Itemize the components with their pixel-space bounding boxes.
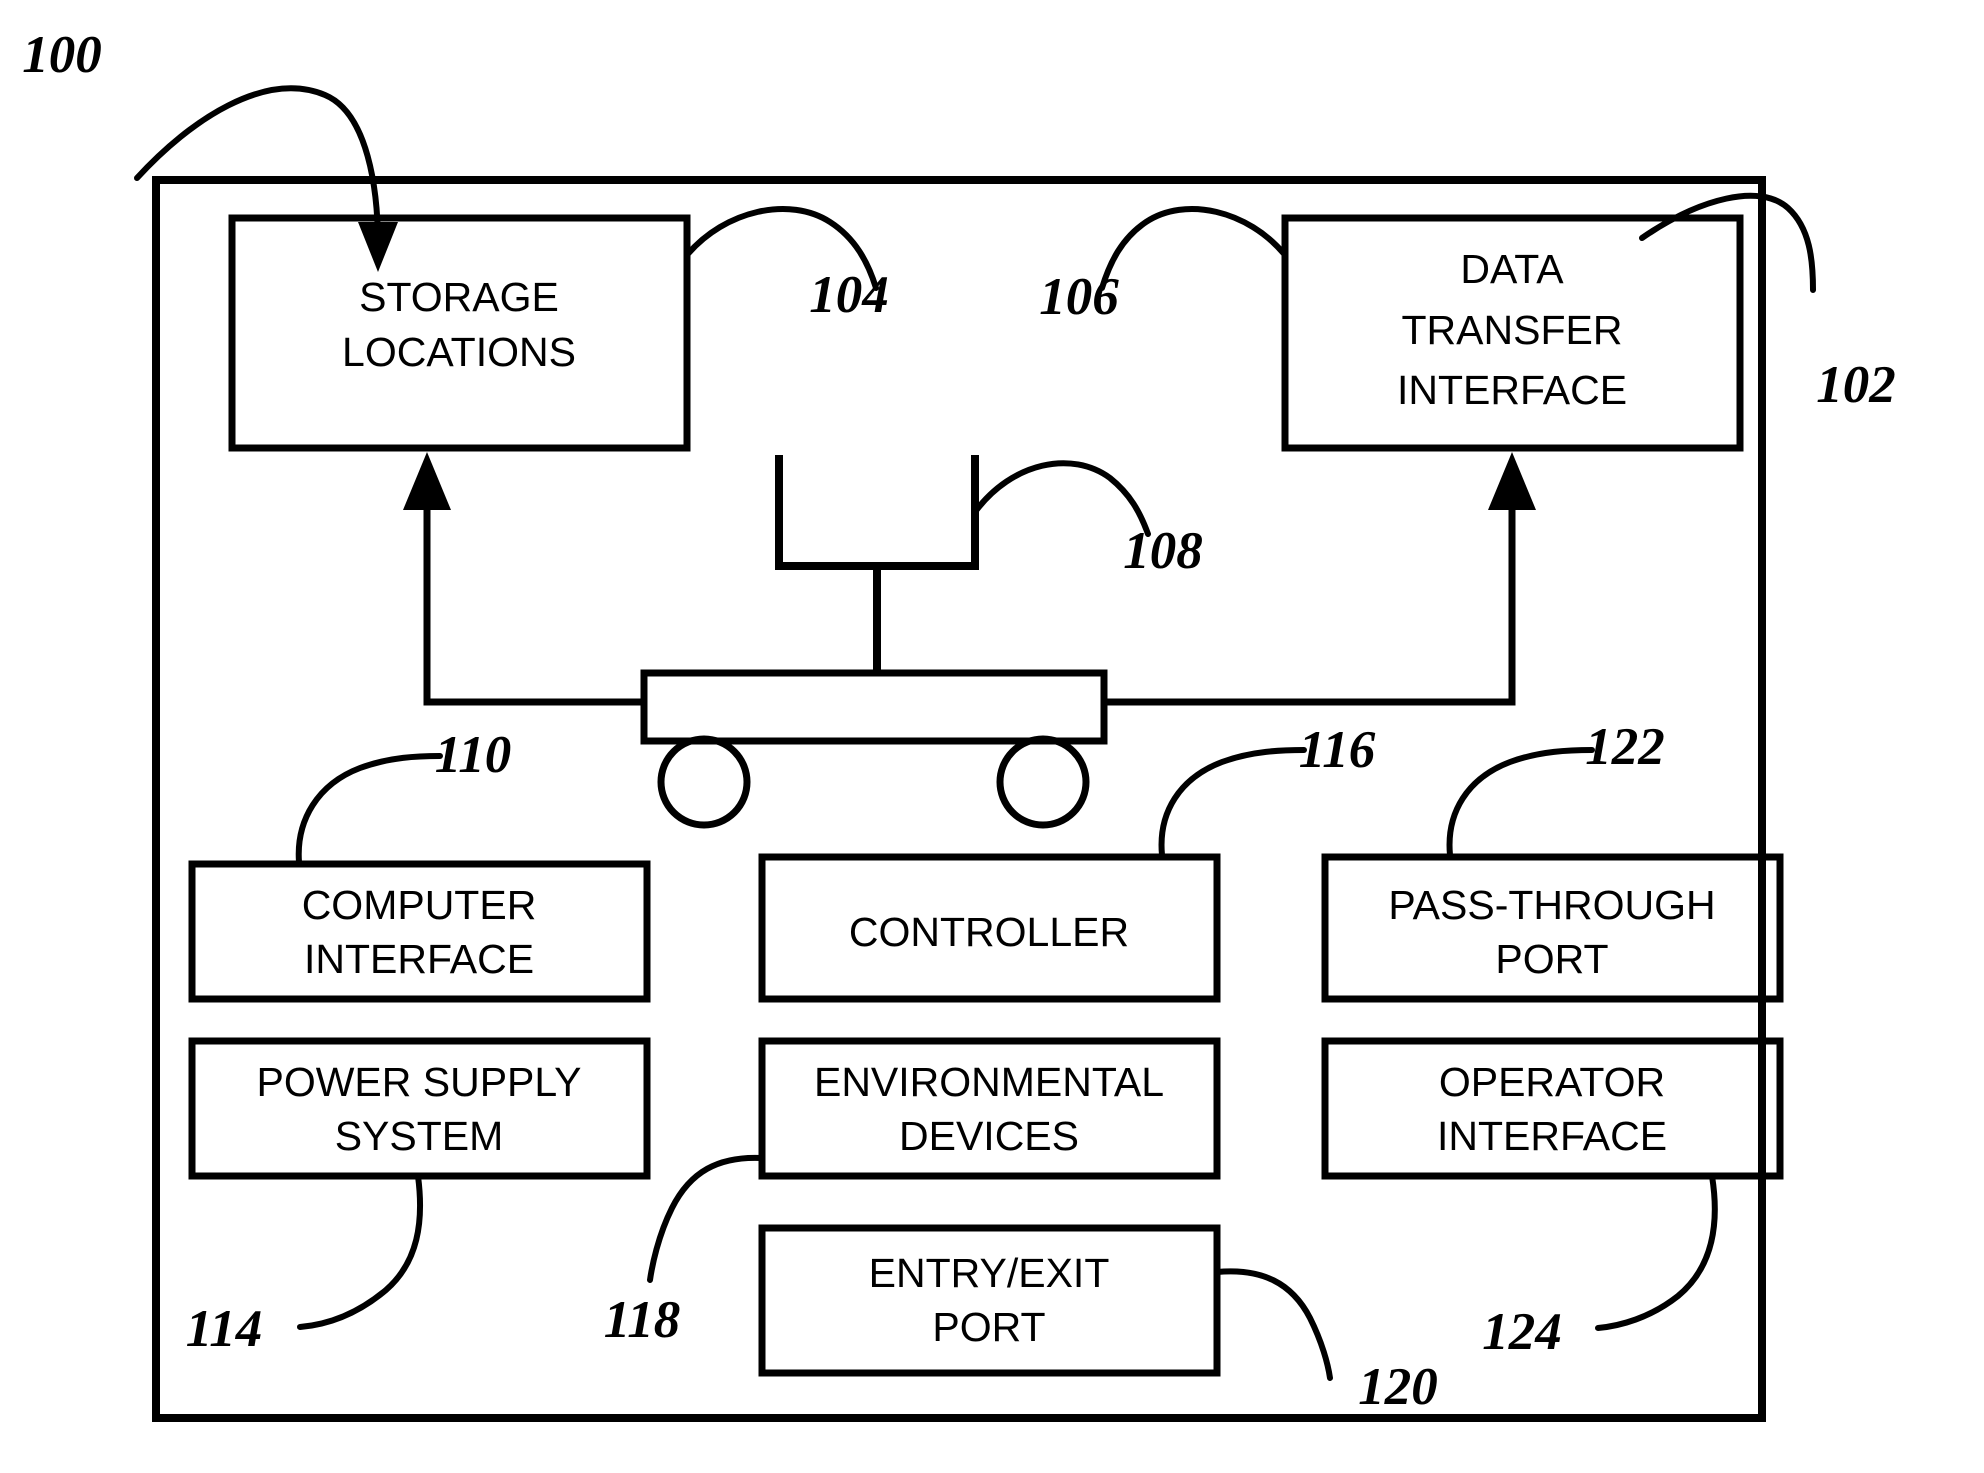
ref-label-116: 116	[1299, 721, 1376, 779]
storage-locations-line2: LOCATIONS	[342, 329, 576, 375]
dti-line1: DATA	[1460, 246, 1564, 292]
pass-through-port-line2: PORT	[1495, 936, 1608, 982]
ref-label-114: 114	[186, 1300, 263, 1358]
ref-110-leader	[295, 753, 443, 865]
operator-interface-line1: OPERATOR	[1439, 1059, 1665, 1105]
robot-gripper	[775, 455, 979, 673]
ref-label-124: 124	[1482, 1303, 1562, 1361]
pass-through-port-line1: PASS-THROUGH	[1388, 882, 1715, 928]
ref-label-110: 110	[435, 726, 512, 784]
dti-line3: INTERFACE	[1397, 367, 1627, 413]
computer-interface-line2: INTERFACE	[304, 936, 534, 982]
ref-label-118: 118	[604, 1291, 681, 1349]
environmental-devices-line1: ENVIRONMENTAL	[814, 1059, 1164, 1105]
controller-line1: CONTROLLER	[849, 909, 1129, 955]
ref-label-120: 120	[1358, 1358, 1438, 1416]
patent-diagram: 100 102 STORAGE LOCATIONS 104 DATA TRANS…	[22, 26, 1896, 1422]
ref-106-leader	[1099, 206, 1288, 291]
connector-cart-to-storage	[403, 452, 644, 706]
environmental-devices-line2: DEVICES	[899, 1113, 1079, 1159]
ref-label-106: 106	[1039, 268, 1119, 326]
entry-exit-port-line1: ENTRY/EXIT	[869, 1250, 1110, 1296]
ref-122-leader	[1446, 747, 1595, 858]
operator-interface-line2: INTERFACE	[1437, 1113, 1667, 1159]
ref-label-104: 104	[809, 266, 889, 324]
ref-114-leader	[297, 1173, 424, 1330]
robot-wheel-right	[996, 735, 1090, 829]
computer-interface-line1: COMPUTER	[302, 882, 537, 928]
ref-118-leader	[647, 1154, 765, 1283]
robot-wheel-left	[657, 735, 751, 829]
power-supply-line1: POWER SUPPLY	[256, 1059, 581, 1105]
ref-108-leader	[972, 460, 1151, 537]
entry-exit-port-line2: PORT	[932, 1304, 1045, 1350]
patent-figure-canvas: 100 102 STORAGE LOCATIONS 104 DATA TRANS…	[0, 0, 1984, 1473]
dti-line2: TRANSFER	[1402, 307, 1623, 353]
robot-cart-body	[640, 669, 1108, 745]
ref-102-leader	[1639, 192, 1816, 293]
ref-label-102: 102	[1816, 356, 1896, 414]
power-supply-line2: SYSTEM	[335, 1113, 504, 1159]
ref-116-leader	[1158, 747, 1307, 858]
ref-120-leader	[1214, 1268, 1333, 1381]
ref-124-leader	[1595, 1173, 1718, 1331]
ref-label-100: 100	[22, 26, 102, 84]
storage-locations-line1: STORAGE	[359, 274, 559, 320]
ref-label-122: 122	[1585, 718, 1665, 776]
ref-label-108: 108	[1123, 522, 1203, 580]
